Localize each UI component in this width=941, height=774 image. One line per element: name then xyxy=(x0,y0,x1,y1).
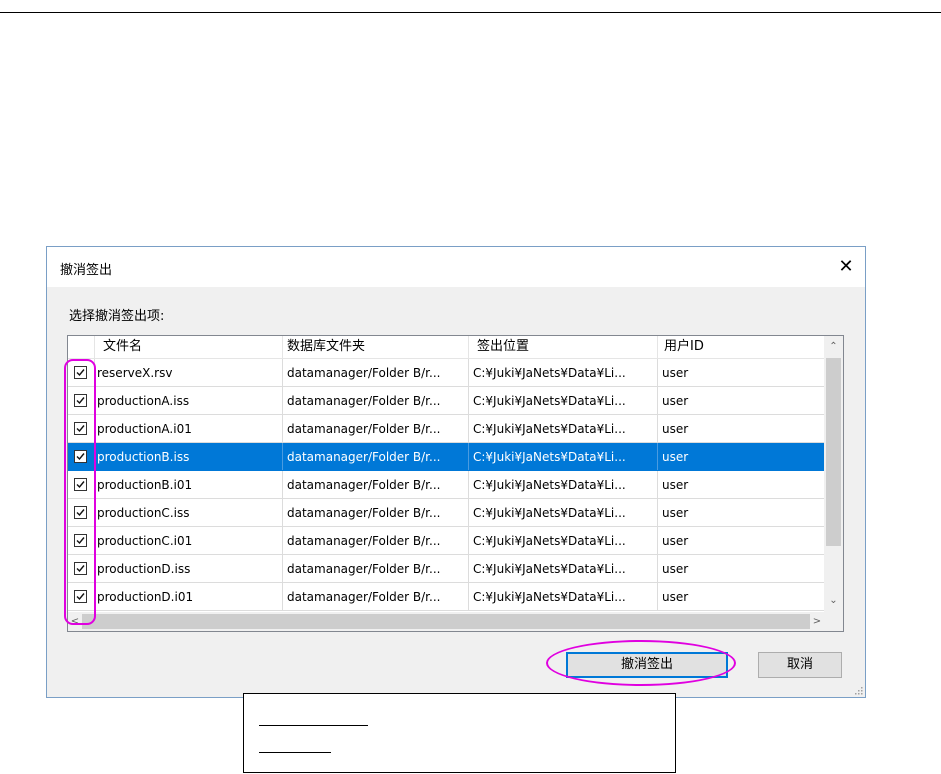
horizontal-scroll-thumb[interactable] xyxy=(82,614,810,629)
cell-location: C:¥Juki¥JaNets¥Data¥Li... xyxy=(469,555,658,583)
selection-prompt: 选择撤消签出项: xyxy=(69,309,165,324)
cell-user-id: user xyxy=(662,450,689,464)
cell-location: C:¥Juki¥JaNets¥Data¥Li... xyxy=(469,471,658,499)
table-row[interactable]: productionB.i01 datamanager/Folder B/r...… xyxy=(68,471,824,499)
cell-location: C:¥Juki¥JaNets¥Data¥Li... xyxy=(469,443,658,471)
button-highlight-annotation xyxy=(546,640,736,686)
cell-location: C:¥Juki¥JaNets¥Data¥Li... xyxy=(469,387,658,415)
cell-location: C:¥Juki¥JaNets¥Data¥Li... xyxy=(469,415,658,443)
close-button[interactable]: ✕ xyxy=(831,252,861,282)
cell-location: C:¥Juki¥JaNets¥Data¥Li... xyxy=(469,499,658,527)
table-row[interactable]: productionA.iss datamanager/Folder B/r...… xyxy=(68,387,824,415)
cell-filename: productionA.iss xyxy=(95,387,283,415)
table-row[interactable]: productionB.iss datamanager/Folder B/r...… xyxy=(68,443,824,471)
cell-filename: productionB.iss xyxy=(95,443,283,471)
header-checkbox-column[interactable] xyxy=(68,336,95,358)
cell-user-id: user xyxy=(662,422,689,436)
column-header-location[interactable]: 签出位置 xyxy=(469,336,658,358)
checkbox-highlight-annotation xyxy=(64,359,96,625)
resize-grip-icon[interactable] xyxy=(853,685,863,695)
cell-db-folder: datamanager/Folder B/r... xyxy=(283,359,469,387)
cell-db-folder: datamanager/Folder B/r... xyxy=(283,471,469,499)
scrollbar-corner xyxy=(824,612,843,631)
table-row[interactable]: productionC.i01 datamanager/Folder B/r...… xyxy=(68,527,824,555)
scroll-up-icon[interactable]: ⌃ xyxy=(824,338,843,356)
scroll-right-icon[interactable]: > xyxy=(810,613,824,631)
cell-user-id: user xyxy=(662,534,689,548)
cell-db-folder: datamanager/Folder B/r... xyxy=(283,443,469,471)
cell-filename: productionB.i01 xyxy=(95,471,283,499)
vertical-scroll-thumb[interactable] xyxy=(826,358,841,546)
cell-user-id: user xyxy=(662,590,689,604)
table-row[interactable]: productionC.iss datamanager/Folder B/r...… xyxy=(68,499,824,527)
cell-db-folder: datamanager/Folder B/r... xyxy=(283,499,469,527)
caption-box xyxy=(243,693,676,773)
cell-db-folder: datamanager/Folder B/r... xyxy=(283,415,469,443)
cell-filename: productionC.i01 xyxy=(95,527,283,555)
undo-checkout-dialog: 撤消签出 ✕ 选择撤消签出项: 文件名 数据库文件夹 签出位置 用户ID res… xyxy=(46,246,866,698)
column-header-filename[interactable]: 文件名 xyxy=(95,336,283,358)
vertical-scrollbar[interactable]: ⌃ ⌄ xyxy=(824,336,843,612)
close-icon: ✕ xyxy=(838,256,854,277)
cell-location: C:¥Juki¥JaNets¥Data¥Li... xyxy=(469,359,658,387)
cell-user-id: user xyxy=(662,562,689,576)
cell-db-folder: datamanager/Folder B/r... xyxy=(283,527,469,555)
cell-user-id: user xyxy=(662,478,689,492)
caption-underline-1 xyxy=(259,725,368,726)
scroll-down-icon[interactable]: ⌄ xyxy=(824,592,843,610)
cell-location: C:¥Juki¥JaNets¥Data¥Li... xyxy=(469,583,658,611)
cell-filename: productionD.iss xyxy=(95,555,283,583)
cell-user-id: user xyxy=(662,366,689,380)
column-header-db-folder[interactable]: 数据库文件夹 xyxy=(283,336,469,358)
table-row[interactable]: productionD.i01 datamanager/Folder B/r...… xyxy=(68,583,824,611)
table-row[interactable]: reserveX.rsv datamanager/Folder B/r... C:¥… xyxy=(68,359,824,387)
cell-location: C:¥Juki¥JaNets¥Data¥Li... xyxy=(469,527,658,555)
row-divider xyxy=(68,610,824,611)
table-row[interactable]: productionA.i01 datamanager/Folder B/r...… xyxy=(68,415,824,443)
cell-filename: productionC.iss xyxy=(95,499,283,527)
cell-filename: reserveX.rsv xyxy=(95,359,283,387)
list-header: 文件名 数据库文件夹 签出位置 用户ID xyxy=(68,336,824,359)
dialog-title: 撤消签出 xyxy=(60,263,113,278)
cell-user-id: user xyxy=(662,394,689,408)
column-header-user-id[interactable]: 用户ID xyxy=(658,336,824,358)
table-row[interactable]: productionD.iss datamanager/Folder B/r...… xyxy=(68,555,824,583)
cell-db-folder: datamanager/Folder B/r... xyxy=(283,555,469,583)
top-rule xyxy=(0,12,941,13)
cell-db-folder: datamanager/Folder B/r... xyxy=(283,387,469,415)
caption-underline-2 xyxy=(259,752,331,753)
cell-filename: productionA.i01 xyxy=(95,415,283,443)
cell-filename: productionD.i01 xyxy=(95,583,283,611)
checkout-list[interactable]: 文件名 数据库文件夹 签出位置 用户ID reserveX.rsv dataman… xyxy=(67,335,844,632)
cell-user-id: user xyxy=(662,506,689,520)
dialog-titlebar: 撤消签出 ✕ xyxy=(47,247,865,287)
cancel-button[interactable]: 取消 xyxy=(758,652,842,678)
cell-db-folder: datamanager/Folder B/r... xyxy=(283,583,469,611)
horizontal-scrollbar[interactable]: < > xyxy=(68,612,824,631)
